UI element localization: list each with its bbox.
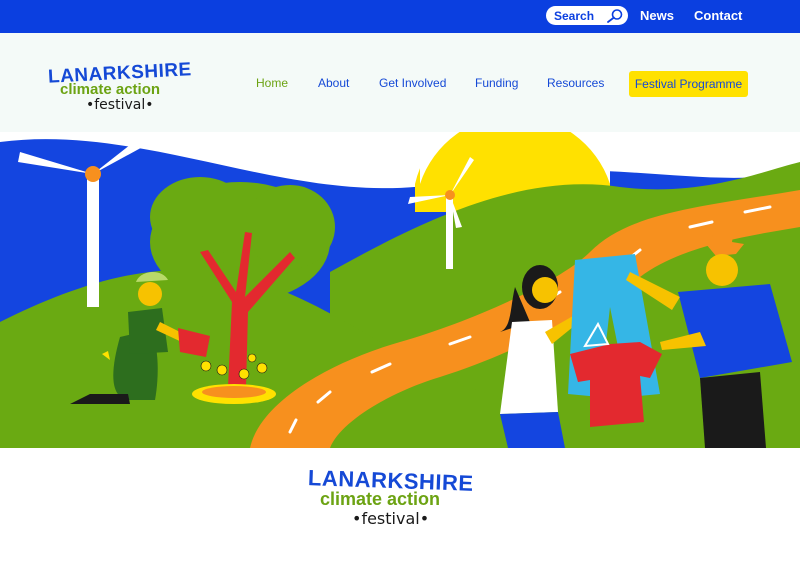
top-bar: Search News Contact [0, 0, 800, 33]
top-link-contact[interactable]: Contact [694, 8, 742, 23]
festival-programme-button[interactable]: Festival Programme [629, 71, 748, 97]
site-logo[interactable]: LANARKSHIRE climate action •festival• [48, 57, 208, 115]
nav-about[interactable]: About [318, 76, 349, 90]
footer-logo-line-3: •festival• [352, 509, 430, 528]
nav-resources[interactable]: Resources [547, 76, 604, 90]
logo-line-3: •festival• [86, 97, 154, 113]
footer-logo-line-2: climate action [320, 489, 441, 509]
search-label: Search [554, 8, 595, 23]
search-button[interactable]: Search [546, 6, 628, 25]
nav-home[interactable]: Home [256, 76, 288, 90]
logo-line-2: climate action [60, 81, 161, 98]
hero-illustration [0, 132, 800, 448]
nav-get-involved[interactable]: Get Involved [379, 76, 446, 90]
top-link-news[interactable]: News [640, 8, 674, 23]
search-icon [607, 9, 623, 23]
footer-logo[interactable]: LANARKSHIRE climate action •festival• [300, 462, 500, 532]
nav-funding[interactable]: Funding [475, 76, 518, 90]
site-header: LANARKSHIRE climate action •festival• Ho… [0, 33, 800, 132]
